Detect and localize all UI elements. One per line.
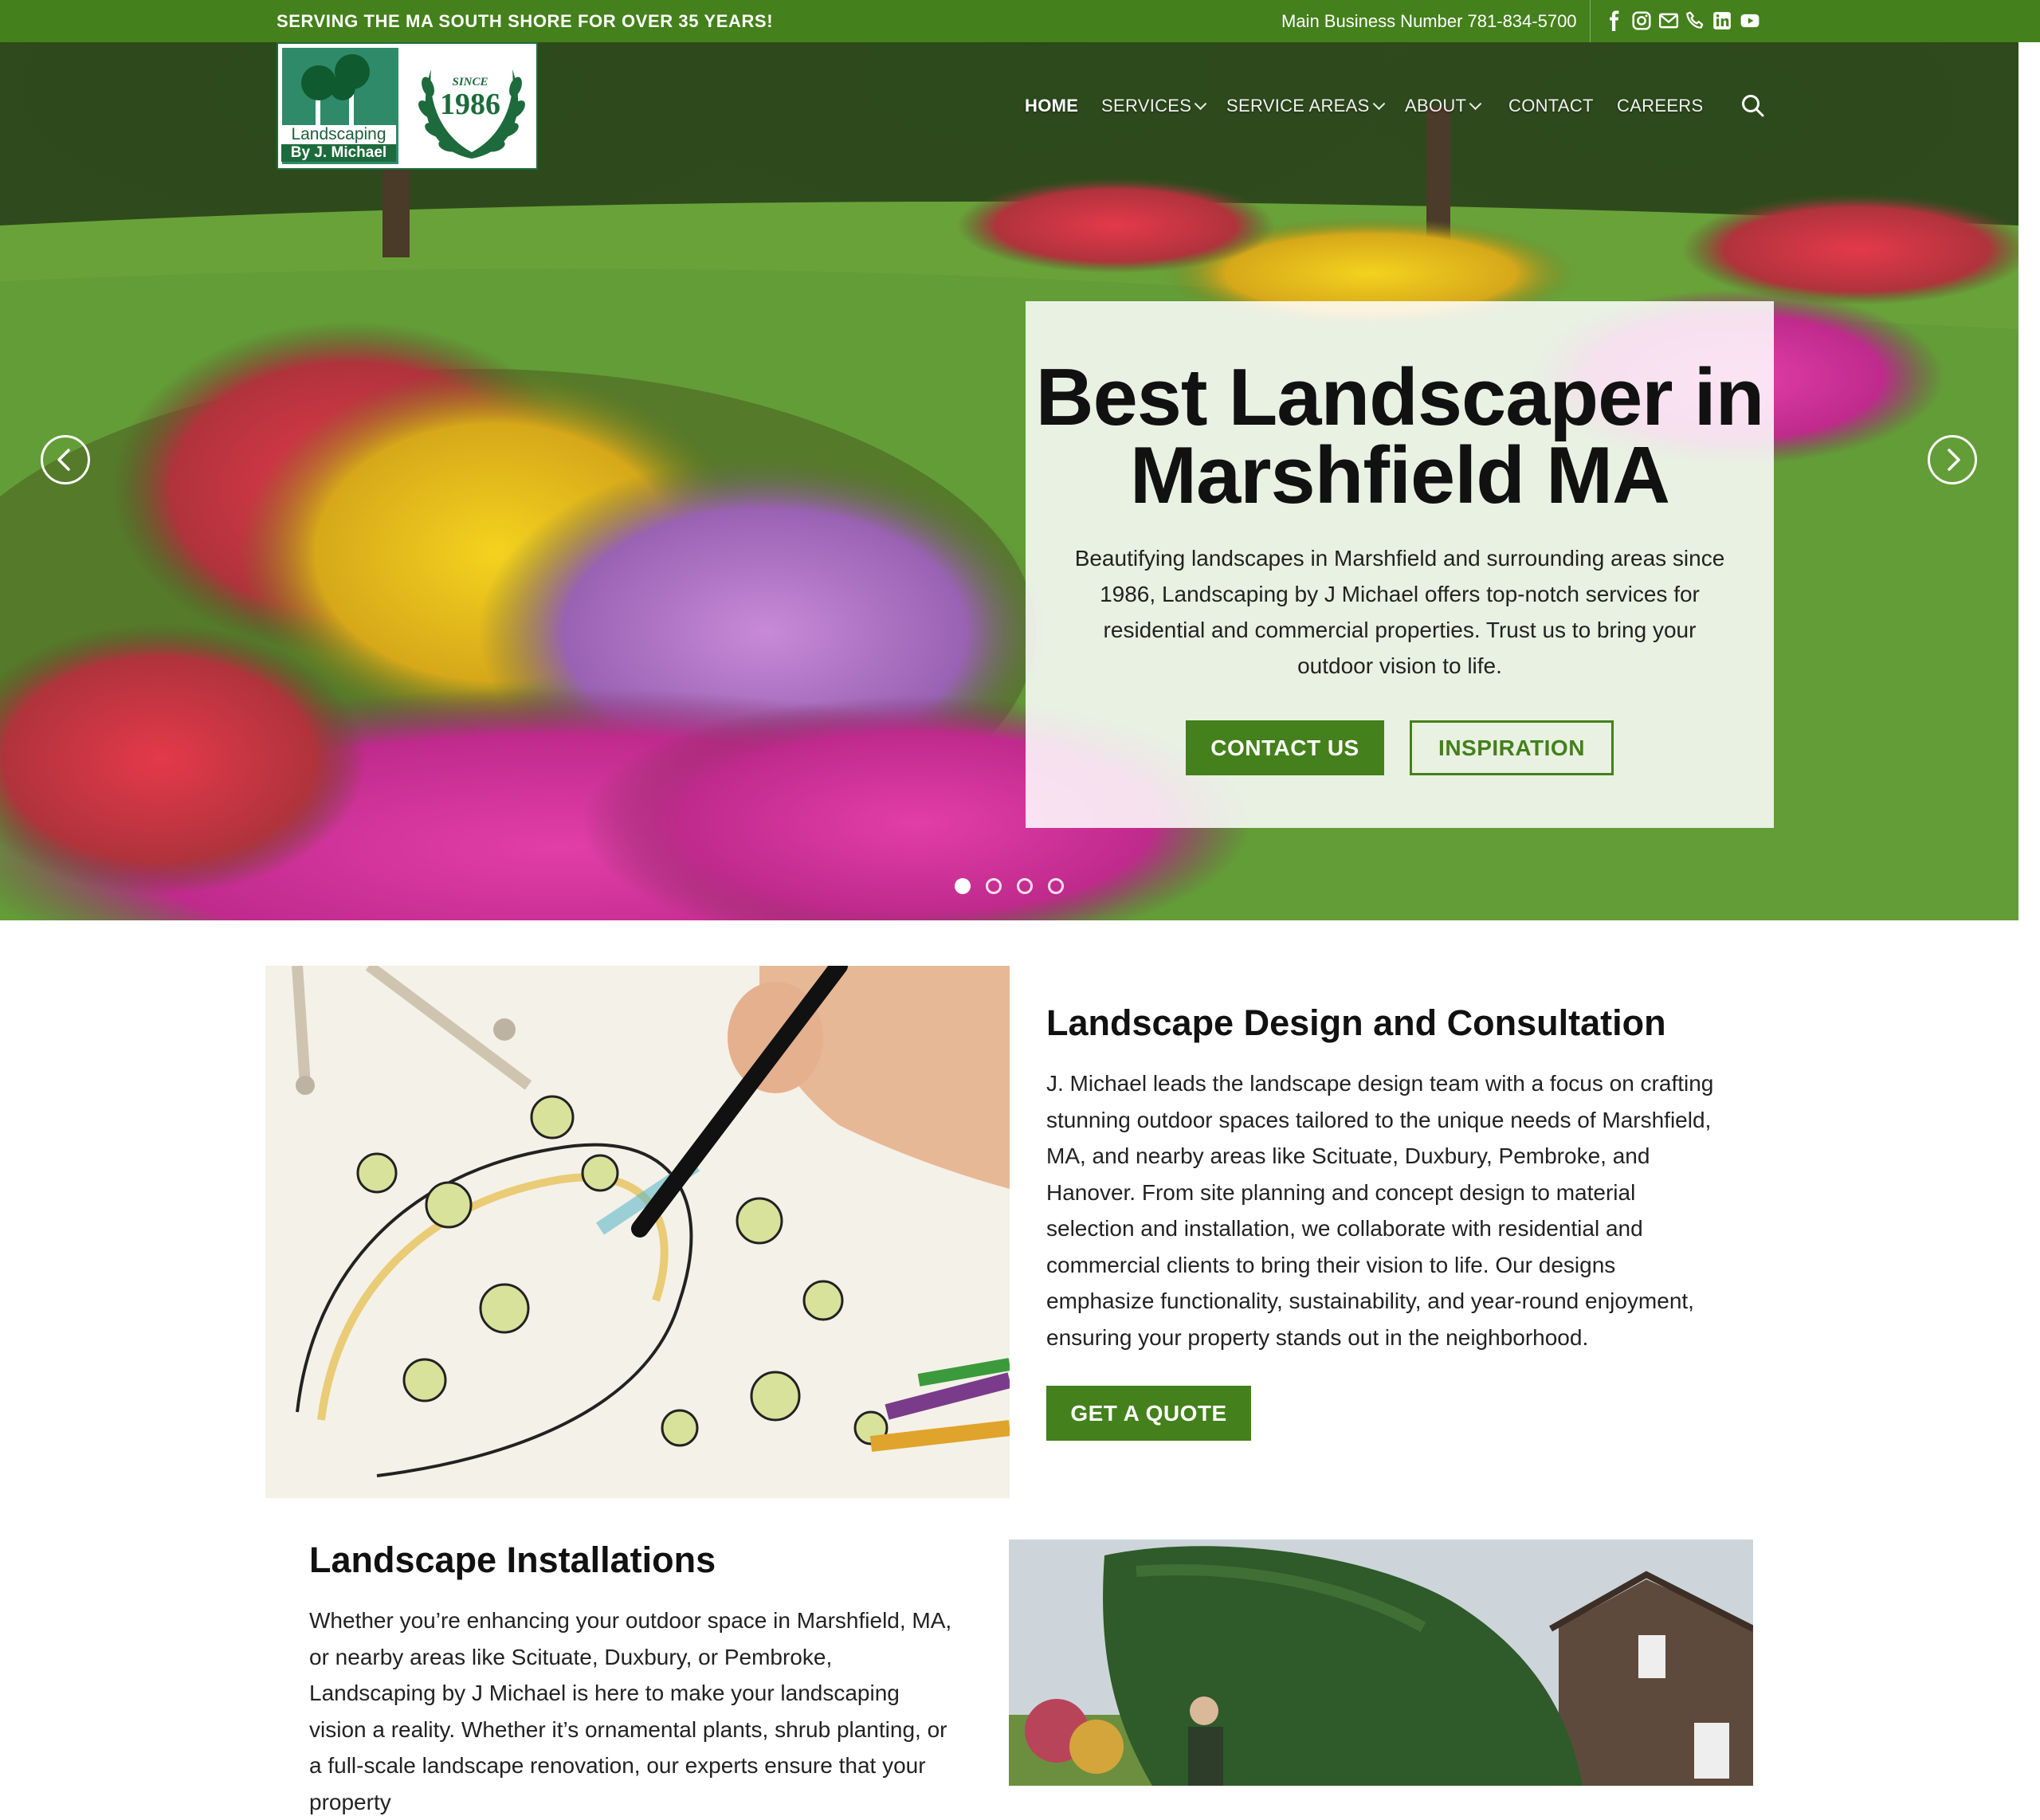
main-phone-link[interactable]: Main Business Number 781-834-5700 [1281,11,1577,32]
logo-since-year: 1986 [440,88,500,121]
linkedin-icon[interactable] [1712,10,1732,31]
chevron-down-icon [1469,97,1482,111]
hero-title: Best Landscaper in Marshfield MA [1035,353,1765,520]
topbar-divider [1590,0,1591,42]
chevron-right-icon [1948,449,1960,471]
nav-services[interactable]: SERVICES [1101,96,1207,116]
logo-line2: By J. Michael [281,144,396,162]
chevron-down-icon [1372,97,1385,111]
tagline: SERVING THE MA SOUTH SHORE FOR OVER 35 Y… [277,11,774,31]
tree-icon [301,54,370,126]
chevron-down-icon [1194,97,1207,111]
email-icon[interactable] [1658,10,1679,31]
design-text: J. Michael leads the landscape design te… [1046,1071,1714,1350]
slider-dot-4[interactable] [1048,878,1064,894]
instagram-icon[interactable] [1631,10,1652,31]
nav-contact[interactable]: CONTACT [1508,96,1594,116]
top-bar: SERVING THE MA SOUTH SHORE FOR OVER 35 Y… [0,0,2040,42]
nav-about[interactable]: ABOUT [1405,96,1482,116]
nav-service-areas[interactable]: SERVICE AREAS [1226,96,1385,116]
installations-heading: Landscape Installations [309,1540,716,1580]
chevron-left-icon [57,449,70,471]
phone-icon[interactable] [1685,10,1705,31]
slider-next-button[interactable] [1928,435,1977,484]
slider-dot-3[interactable] [1017,878,1033,894]
hero-card: Best Landscaper in Marshfield MA Beautify… [1026,301,1774,828]
design-sketch-image [265,966,1010,1498]
installations-text: Whether you’re enhancing your outdoor sp… [309,1608,952,1814]
logo-line1: Landscaping [281,125,396,144]
slider-dot-1[interactable] [955,878,971,894]
search-icon[interactable] [1740,93,1766,119]
nav-services-label: SERVICES [1101,96,1192,116]
nav-service-areas-label: SERVICE AREAS [1226,96,1370,116]
site-logo[interactable]: Landscaping By J. Michael SINCE 1986 [277,42,538,170]
nav-home[interactable]: HOME [1025,96,1078,116]
slider-prev-button[interactable] [41,435,90,484]
design-heading: Landscape Design and Consultation [1046,1002,1666,1043]
hero-description: Beautifying landscapes in Marshfield and… [1074,546,1725,678]
youtube-icon[interactable] [1740,10,1760,31]
facebook-icon[interactable] [1604,10,1625,31]
installation-photo [1009,1540,1753,1786]
nav-about-label: ABOUT [1405,96,1467,116]
get-a-quote-button[interactable]: GET A QUOTE [1046,1386,1251,1441]
nav-careers[interactable]: CAREERS [1617,96,1703,116]
inspiration-button[interactable]: INSPIRATION [1410,720,1614,775]
contact-us-button[interactable]: CONTACT US [1186,720,1384,775]
slider-dot-2[interactable] [986,878,1002,894]
